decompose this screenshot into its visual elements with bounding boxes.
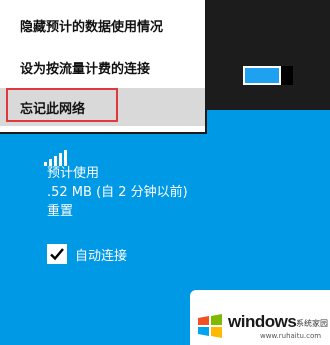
- reset-link[interactable]: 重置: [47, 202, 188, 221]
- checkmark-icon: [50, 248, 64, 261]
- usage-value: .52 MB (自 2 分钟以前): [47, 185, 188, 200]
- watermark-title: windows: [228, 312, 297, 331]
- usage-info: 预计使用 .52 MB (自 2 分钟以前) 重置: [47, 164, 188, 221]
- auto-connect-checkbox[interactable]: [47, 244, 67, 264]
- watermark: windows 系统家园 www.ruhaitu.com: [190, 290, 330, 345]
- connection-toggle[interactable]: [243, 66, 293, 85]
- watermark-subtitle: 系统家园: [296, 319, 328, 328]
- menu-item-set-metered[interactable]: 设为按流量计费的连接: [0, 48, 205, 86]
- auto-connect-label: 自动连接: [75, 248, 128, 264]
- windows-logo-icon: [198, 314, 222, 338]
- menu-item-hide-usage[interactable]: 隐藏预计的数据使用情况: [0, 6, 205, 44]
- toggle-fill: [245, 68, 279, 83]
- watermark-url: www.ruhaitu.com: [260, 332, 322, 340]
- toggle-knob[interactable]: [281, 66, 293, 85]
- auto-connect-option[interactable]: 自动连接: [47, 244, 127, 264]
- highlight-box: [6, 88, 118, 122]
- usage-label: 预计使用: [47, 166, 100, 181]
